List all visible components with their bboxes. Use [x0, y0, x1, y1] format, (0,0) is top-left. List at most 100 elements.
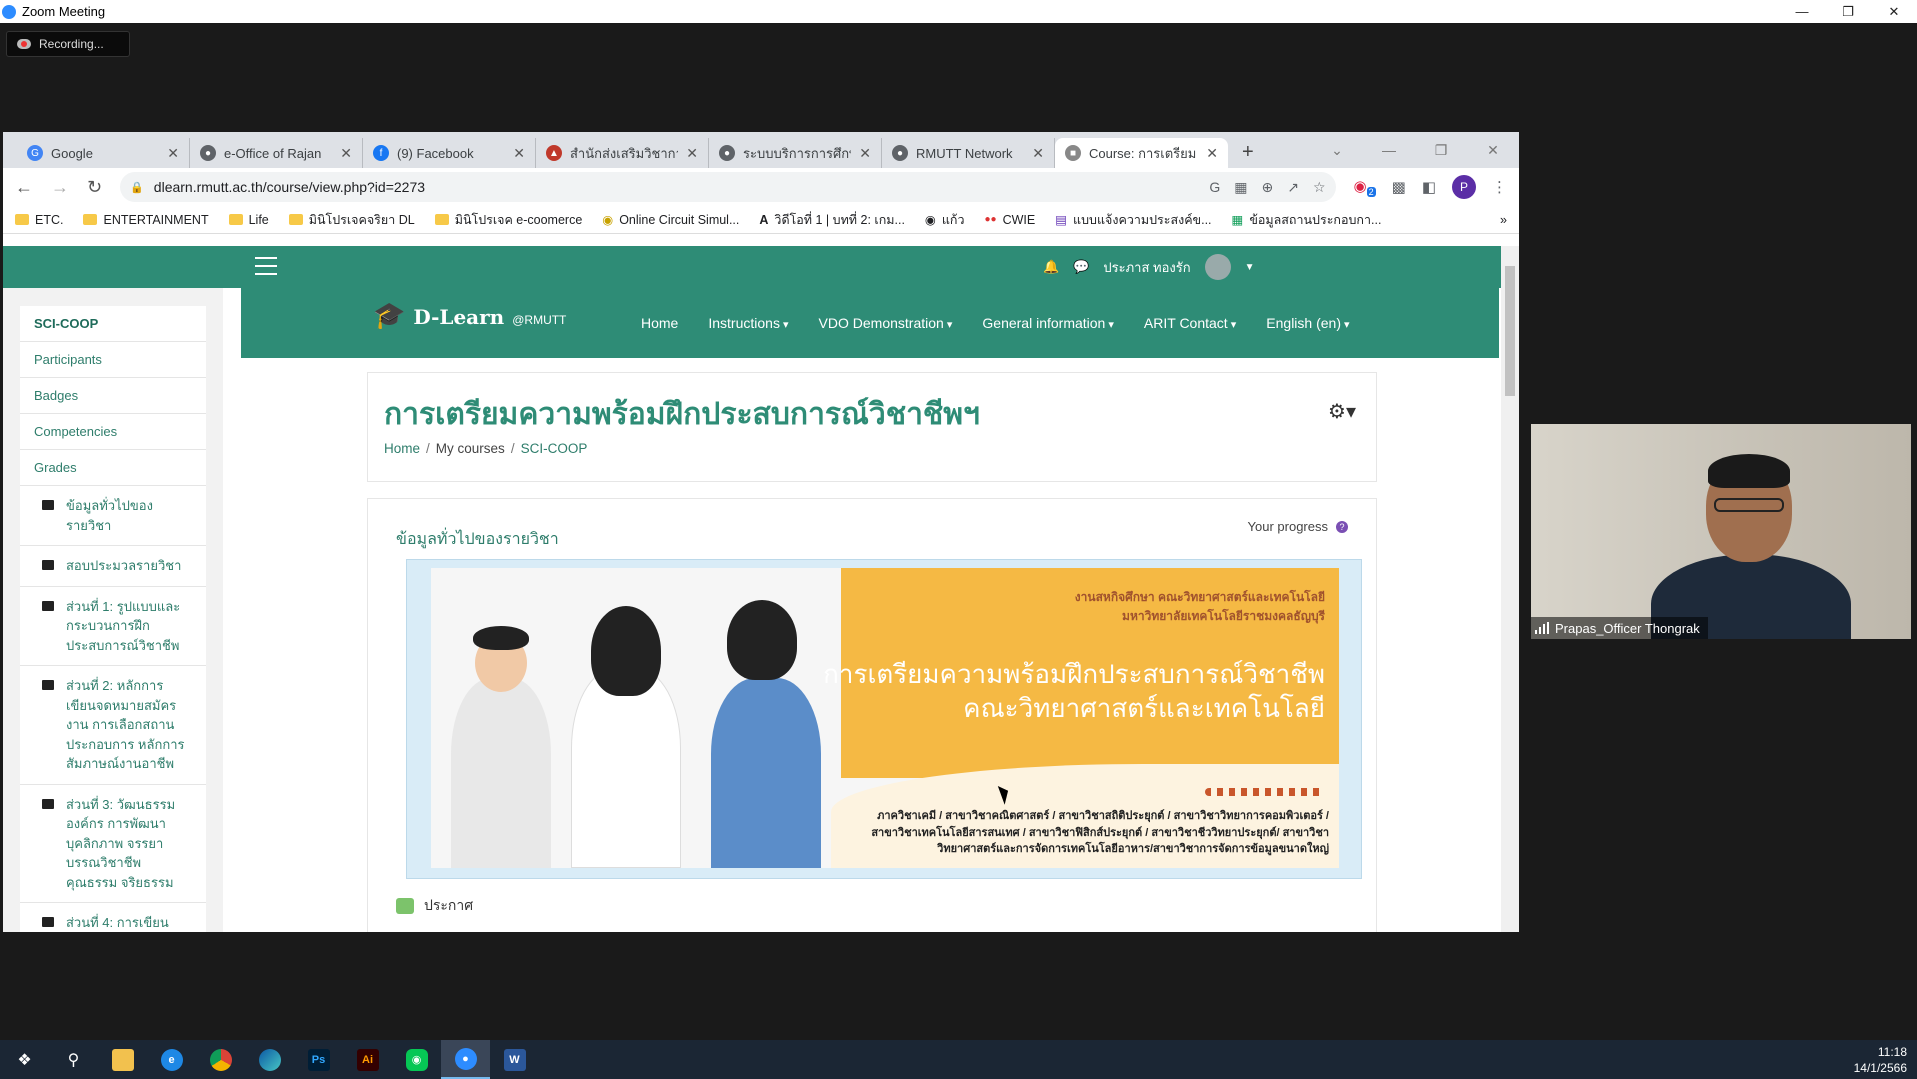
bookmark-item[interactable]: ▦ ข้อมูลสถานประกอบกา...: [1232, 210, 1382, 230]
menu-language[interactable]: English (en): [1266, 315, 1349, 331]
tab-close-icon[interactable]: ✕: [1032, 145, 1044, 162]
bookmarks-overflow-icon[interactable]: »: [1500, 213, 1507, 227]
profile-avatar[interactable]: P: [1452, 175, 1476, 199]
close-icon[interactable]: ✕: [1871, 0, 1917, 23]
url-input[interactable]: 🔒 dlearn.rmutt.ac.th/course/view.php?id=…: [120, 172, 1336, 202]
site-logo[interactable]: 🎓 D-Learn @RMUTT: [373, 300, 566, 331]
sidebar-item-participants[interactable]: Participants: [20, 342, 206, 378]
tab-course[interactable]: ■ Course: การเตรียม ✕: [1055, 138, 1228, 168]
restore-icon[interactable]: ❐: [1825, 0, 1871, 23]
tab-rmutt-network[interactable]: ● RMUTT Network ✕: [882, 138, 1055, 168]
sidebar-section[interactable]: สอบประมวลรายวิชา: [20, 546, 206, 587]
tab-close-icon[interactable]: ✕: [859, 145, 871, 162]
start-button[interactable]: ❖: [0, 1040, 49, 1079]
illustrator-button[interactable]: Ai: [343, 1040, 392, 1079]
translate-icon[interactable]: ▦: [1234, 179, 1247, 196]
section-title[interactable]: ข้อมูลทั่วไปของรายวิชา: [396, 527, 559, 552]
tab-academic-office[interactable]: ▲ สำนักส่งเสริมวิชาการ ✕: [536, 138, 709, 168]
breadcrumb-home[interactable]: Home: [384, 441, 420, 456]
extension-badge-icon[interactable]: ◉ 2: [1354, 177, 1376, 197]
kebab-menu-icon[interactable]: ⋮: [1492, 178, 1507, 196]
sidebar-item-badges[interactable]: Badges: [20, 378, 206, 414]
tab-search-icon[interactable]: ⌄: [1311, 142, 1363, 159]
bookmark-item[interactable]: Life: [228, 213, 269, 227]
back-icon[interactable]: ←: [15, 177, 33, 198]
google-lens-icon[interactable]: G: [1209, 179, 1220, 196]
participant-video-tile[interactable]: Prapas_Officer Thongrak: [1531, 424, 1911, 639]
bookmark-item[interactable]: มินิโปรเจค e-coomerce: [434, 210, 582, 230]
photoshop-button[interactable]: Ps: [294, 1040, 343, 1079]
announcement-forum[interactable]: ประกาศ: [396, 895, 473, 917]
edge-button[interactable]: [245, 1040, 294, 1079]
sidebar-item-course[interactable]: SCI-COOP: [20, 306, 206, 342]
menu-arit-contact[interactable]: ARIT Contact: [1144, 315, 1236, 331]
moodle-page: 🔔 💬 ประภาส ทองรัก ▼ SCI-COOP Participant…: [3, 246, 1519, 932]
tab-close-icon[interactable]: ✕: [340, 145, 352, 162]
bookmark-item[interactable]: ◉ Online Circuit Simul...: [602, 212, 739, 228]
tab-google[interactable]: G Google ✕: [17, 138, 190, 168]
minimize-icon[interactable]: —: [1779, 0, 1825, 23]
tab-close-icon[interactable]: ✕: [1206, 145, 1218, 162]
line-button[interactable]: ◉: [392, 1040, 441, 1079]
breadcrumb-my-courses[interactable]: My courses: [436, 441, 505, 456]
search-button[interactable]: ⚲: [49, 1040, 98, 1079]
bookmark-item[interactable]: ETC.: [15, 213, 63, 227]
tab-education-service[interactable]: ● ระบบบริการการศึกษ ✕: [709, 138, 882, 168]
help-icon[interactable]: ?: [1336, 520, 1348, 533]
sidebar-section[interactable]: ส่วนที่ 4: การเขียน: [20, 903, 206, 932]
sidebar-item-competencies[interactable]: Competencies: [20, 414, 206, 450]
banner-organization: งานสหกิจศึกษา คณะวิทยาศาสตร์และเทคโนโลยี…: [1074, 590, 1325, 624]
tab-facebook[interactable]: f (9) Facebook ✕: [363, 138, 536, 168]
menu-home[interactable]: Home: [641, 315, 678, 331]
breadcrumb-course[interactable]: SCI-COOP: [521, 441, 588, 456]
tab-title: ระบบบริการการศึกษ: [743, 145, 852, 161]
user-avatar[interactable]: [1204, 254, 1231, 280]
file-explorer-button[interactable]: [98, 1040, 147, 1079]
internet-explorer-button[interactable]: e: [147, 1040, 196, 1079]
tab-close-icon[interactable]: ✕: [513, 145, 525, 162]
sidebar-section[interactable]: ข้อมูลทั่วไปของรายวิชา: [20, 486, 206, 546]
bookmark-item[interactable]: ◉ แก้ว: [925, 210, 965, 230]
reload-icon[interactable]: ↻: [87, 177, 102, 198]
recording-label: Recording...: [39, 37, 104, 51]
sidebar-section[interactable]: ส่วนที่ 1: รูปแบบและกระบวนการฝึกประสบการ…: [20, 586, 206, 666]
user-name[interactable]: ประภาส ทองรัก: [1103, 257, 1190, 278]
sidebar-item-grades[interactable]: Grades: [20, 450, 206, 486]
word-button[interactable]: W: [490, 1040, 539, 1079]
restore-icon[interactable]: ❐: [1415, 142, 1467, 159]
system-clock[interactable]: 11:18 14/1/2566: [1854, 1044, 1907, 1076]
scrollbar-thumb[interactable]: [1505, 266, 1515, 396]
side-panel-icon[interactable]: ◧: [1422, 178, 1436, 196]
chat-icon[interactable]: 💬: [1073, 259, 1089, 275]
bookmark-item[interactable]: A วิดีโอที่ 1 | บทที่ 2: เกม...: [759, 210, 905, 230]
puzzle-icon[interactable]: ▩: [1392, 178, 1406, 196]
tab-e-office[interactable]: ● e-Office of Rajan ✕: [190, 138, 363, 168]
zoom-icon[interactable]: ⊕: [1261, 179, 1273, 196]
chevron-down-icon[interactable]: ▼: [1245, 262, 1255, 273]
tab-close-icon[interactable]: ✕: [167, 145, 179, 162]
forward-icon[interactable]: →: [51, 177, 69, 198]
zoom-button[interactable]: ●: [441, 1040, 490, 1079]
share-icon[interactable]: ↗: [1287, 179, 1299, 196]
bookmark-item[interactable]: ●● CWIE: [985, 213, 1036, 227]
bookmark-item[interactable]: ENTERTAINMENT: [83, 213, 209, 227]
gear-icon[interactable]: ⚙▾: [1328, 399, 1356, 424]
menu-general-information[interactable]: General information: [982, 315, 1114, 331]
page-scrollbar[interactable]: [1501, 246, 1519, 932]
tab-close-icon[interactable]: ✕: [686, 145, 698, 162]
sidebar-section[interactable]: ส่วนที่ 2: หลักการเขียนจดหมายสมัครงาน กา…: [20, 666, 206, 785]
announcement-link[interactable]: ประกาศ: [424, 895, 473, 917]
bookmark-item[interactable]: ▤ แบบแจ้งความประสงค์ข...: [1055, 210, 1211, 230]
menu-vdo-demonstration[interactable]: VDO Demonstration: [819, 315, 953, 331]
bookmark-item[interactable]: มินิโปรเจคจริยา DL: [288, 210, 415, 230]
minimize-icon[interactable]: —: [1363, 142, 1415, 158]
hamburger-menu-icon[interactable]: [255, 257, 277, 275]
new-tab-button[interactable]: +: [1228, 141, 1268, 168]
chrome-button[interactable]: [196, 1040, 245, 1079]
sidebar-section[interactable]: ส่วนที่ 3: วัฒนธรรมองค์กร การพัฒนาบุคลิก…: [20, 784, 206, 903]
menu-instructions[interactable]: Instructions: [708, 315, 788, 331]
bookmark-star-icon[interactable]: ☆: [1313, 179, 1326, 196]
close-icon[interactable]: ✕: [1467, 142, 1519, 159]
recording-indicator[interactable]: Recording...: [6, 31, 130, 57]
bell-icon[interactable]: 🔔: [1043, 259, 1059, 275]
